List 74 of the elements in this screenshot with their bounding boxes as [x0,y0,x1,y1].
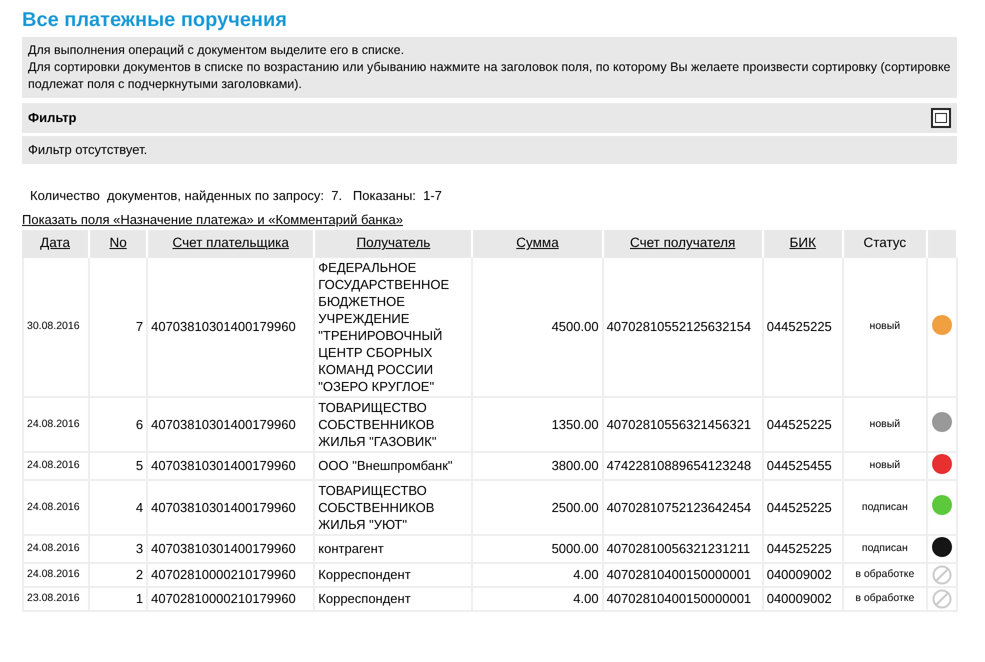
page-title: Все платежные поручения [22,8,288,32]
table-cell: 4.00 [473,588,604,612]
table-cell: 044525225 [764,398,844,452]
table-cell: 044525225 [764,480,844,536]
table-cell: новый [844,398,928,452]
table-cell: ТОВАРИЩЕСТВО СОБСТВЕННИКОВ ЖИЛЬЯ "ГАЗОВИК" [315,398,474,452]
prohibited-icon [932,564,952,584]
table-cell: 23.08.2016 [22,588,90,612]
table-cell: 40703810301400179960 [148,452,316,480]
table-cell: ООО "Внешпромбанк" [315,452,474,480]
table-cell: 1350.00 [473,398,604,452]
table-cell: 40702810400150000001 [604,564,764,588]
expand-toggle-icon[interactable] [931,108,951,128]
table-cell: 40703810301400179960 [148,258,316,398]
table-cell: 40702810056321231211 [604,536,764,564]
table-cell: Корреспондент [315,564,474,588]
sort-header-link[interactable]: Счет плательщика [148,230,316,258]
table-cell: 40702810552125632154 [604,258,764,398]
table-cell: 2500.00 [473,480,604,536]
table-cell: 3 [90,536,148,564]
table-cell: 044525225 [764,536,844,564]
result-summary: Количество документов, найденных по запросу: 7. Показаны: 1-7 [30,186,443,205]
table-cell: 40702810400150000001 [604,588,764,612]
table-cell: 044525455 [764,452,844,480]
table-cell: 4 [90,480,148,536]
table-cell: подписан [844,536,928,564]
prohibited-icon [932,588,952,608]
table-cell: 30.08.2016 [22,258,90,398]
sort-header-link[interactable]: БИК [764,230,844,258]
table-cell: 24.08.2016 [22,564,90,588]
info-text: Для сортировки документов в списке по возрастанию или убыванию нажмите на заголовок поля, по которому Вы желаете произвести сортировку (сортировке подлежат поля с подчеркнутыми заголовками). [28,59,951,93]
table-cell: 6 [90,398,148,452]
sort-header-link[interactable]: Получатель [315,230,474,258]
sort-header-link[interactable]: Сумма [473,230,604,258]
table-cell: 3800.00 [473,452,604,480]
table-cell: подписан [844,480,928,536]
table-cell: 24.08.2016 [22,536,90,564]
show-fields-link[interactable]: Показать поля «Назначение платежа» и «Комментарий банка» [22,210,403,230]
table-cell: 40702810556321456321 [604,398,764,452]
table-cell: в обработке [844,564,928,588]
table-cell: контрагент [315,536,474,564]
table-cell: 044525225 [764,258,844,398]
table-cell: 40703810301400179960 [148,480,316,536]
table-cell: новый [844,452,928,480]
filter-text: Фильтр отсутствует. [28,142,148,157]
table-cell: 24.08.2016 [22,480,90,536]
table-cell: 47422810889654123248 [604,452,764,480]
table-cell: 24.08.2016 [22,452,90,480]
table-cell: 7 [90,258,148,398]
filter-title: Фильтр [28,109,77,128]
table-cell: 5000.00 [473,536,604,564]
table-cell: 24.08.2016 [22,398,90,452]
column-header: Статус [844,230,928,258]
table-cell: Корреспондент [315,588,474,612]
table-cell: 4500.00 [473,258,604,398]
sort-header-link[interactable]: No [90,230,148,258]
table-cell: 040009002 [764,564,844,588]
table-cell: ТОВАРИЩЕСТВО СОБСТВЕННИКОВ ЖИЛЬЯ "УЮТ" [315,480,474,536]
table-cell: 40702810000210179960 [148,588,316,612]
sort-header-link[interactable]: Дата [22,230,90,258]
table-cell: 1 [90,588,148,612]
table-cell: 40702810000210179960 [148,564,316,588]
table-cell: 5 [90,452,148,480]
table-cell: в обработке [844,588,928,612]
table-cell: 40702810752123642454 [604,480,764,536]
table-cell: новый [844,258,928,398]
table-cell: 040009002 [764,588,844,612]
table-cell: 40703810301400179960 [148,398,316,452]
table-cell: 2 [90,564,148,588]
table-cell: 4.00 [473,564,604,588]
table-cell: ФЕДЕРАЛЬНОЕ ГОСУДАРСТВЕННОЕ БЮДЖЕТНОЕ УЧРЕЖДЕНИЕ "ТРЕНИРОВОЧНЫЙ ЦЕНТР СБОРНЫХ КОМАНД РОССИИ "ОЗЕРО КРУГЛОЕ" [315,258,474,398]
table-cell: 40703810301400179960 [148,536,316,564]
info-text: Для выполнения операций с документом выделите его в списке. [28,42,406,59]
sort-header-link[interactable]: Счет получателя [604,230,764,258]
